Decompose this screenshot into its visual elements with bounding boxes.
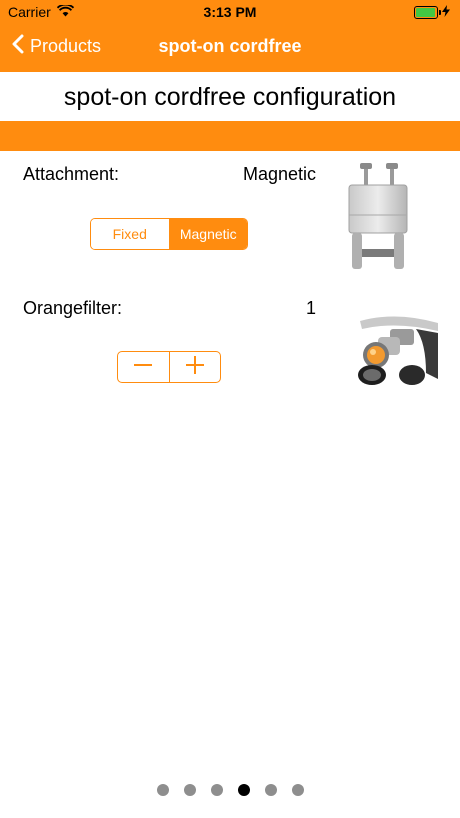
status-time: 3:13 PM [203,4,257,20]
page-dot[interactable] [210,784,223,796]
page-dot[interactable] [291,784,304,796]
status-bar: Carrier 3:13 PM [0,0,460,24]
attachment-segmented-control[interactable]: Fixed Magnetic [90,218,248,250]
orange-filter-headlight-image [356,313,438,394]
magnetic-clip-image [346,163,410,276]
navigation-bar: Products spot-on cordfree [0,24,460,72]
attachment-value: Magnetic [242,164,316,184]
charging-icon [442,4,450,20]
battery-level-fill [416,7,435,17]
plus-icon [185,355,205,380]
page-dot-active[interactable] [237,784,250,796]
decrement-button[interactable] [118,352,169,382]
nav-title: spot-on cordfree [158,36,302,56]
segment-magnetic[interactable]: Magnetic [168,219,247,249]
orangefilter-label: Orangefilter: [23,298,123,318]
section-divider-band [0,121,460,151]
page-dot[interactable] [156,784,169,796]
orangefilter-stepper[interactable] [117,351,221,383]
minus-icon [133,355,153,380]
orangefilter-value: 1 [305,298,316,318]
attachment-label: Attachment: [23,164,120,184]
increment-button[interactable] [168,352,221,382]
page-indicator[interactable] [0,784,460,796]
page-dot[interactable] [183,784,196,796]
page-title: spot-on cordfree configuration [63,83,397,111]
page-dot[interactable] [264,784,277,796]
battery-icon [414,5,441,19]
battery-group [414,4,450,20]
segment-fixed[interactable]: Fixed [91,219,169,249]
